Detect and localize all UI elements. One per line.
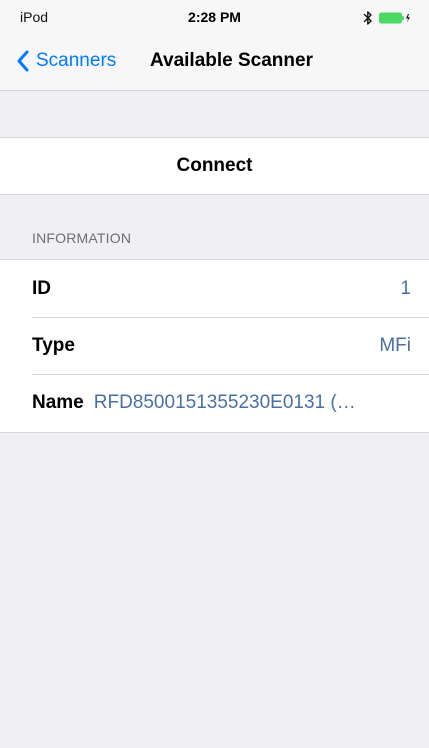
- info-row-id: ID 1: [0, 260, 429, 317]
- back-button[interactable]: Scanners: [16, 49, 116, 73]
- info-row-type: Type MFi: [0, 317, 429, 374]
- chevron-left-icon: [16, 50, 30, 72]
- info-label-id: ID: [32, 277, 51, 299]
- information-section-header: INFORMATION: [32, 230, 132, 246]
- info-row-name: Name RFD8500151355230E0131 (…: [0, 374, 429, 431]
- info-value-id: 1: [400, 277, 411, 299]
- status-icons: [363, 9, 411, 27]
- info-label-name: Name: [32, 391, 84, 413]
- battery-charging-icon: [379, 11, 411, 25]
- navigation-bar: Scanners Available Scanner: [0, 40, 429, 84]
- connect-button[interactable]: Connect: [0, 137, 429, 195]
- page-title: Available Scanner: [150, 50, 313, 71]
- info-value-type: MFi: [379, 334, 411, 356]
- back-button-label: Scanners: [36, 50, 117, 71]
- status-bar: iPod 2:28 PM: [0, 0, 429, 38]
- top-bar: iPod 2:28 PM Scanners Available Scanner: [0, 0, 429, 91]
- connect-button-label: Connect: [176, 155, 253, 176]
- bluetooth-icon: [363, 10, 373, 26]
- info-label-type: Type: [32, 334, 75, 356]
- info-value-name: RFD8500151355230E0131 (…: [93, 391, 356, 413]
- information-table: ID 1 Type MFi Name RFD8500151355230E0131…: [0, 259, 429, 433]
